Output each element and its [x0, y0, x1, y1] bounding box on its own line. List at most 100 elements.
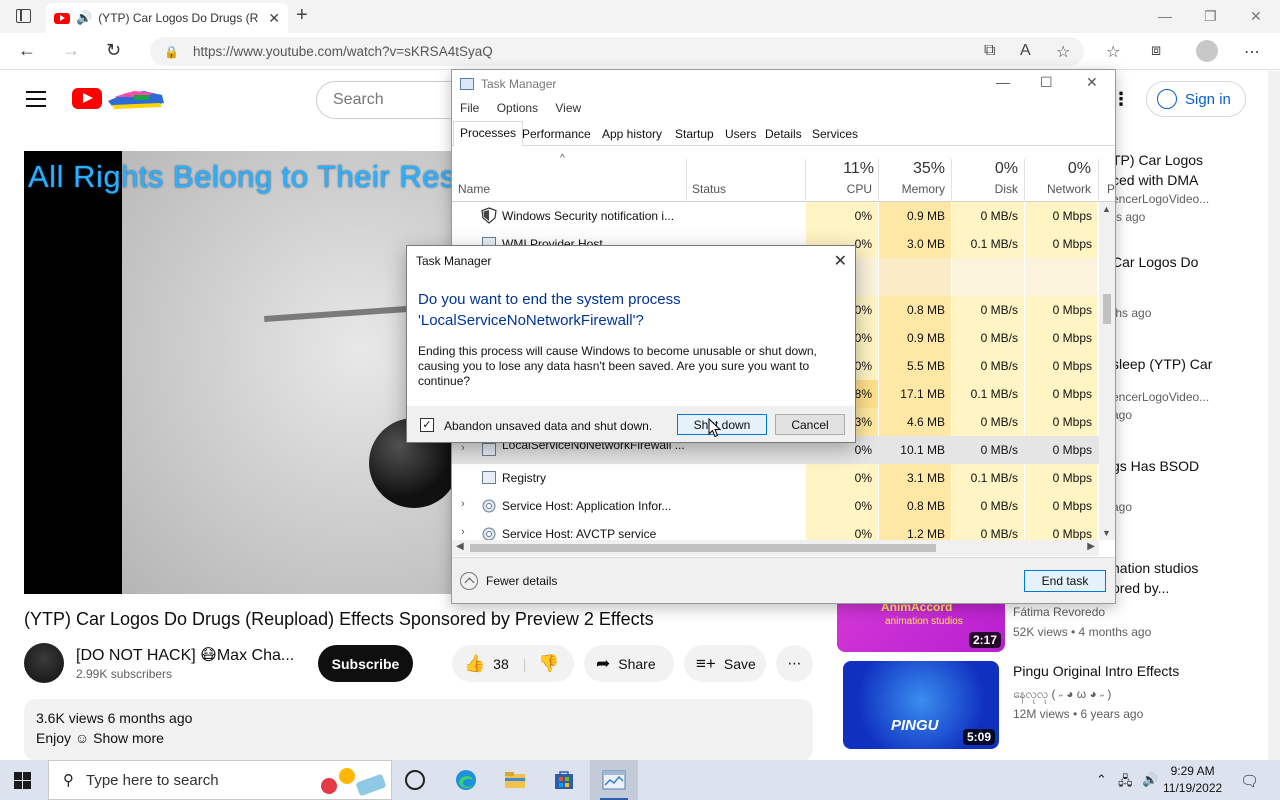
youtube-doodle-logo[interactable]	[104, 85, 168, 111]
sign-in-button[interactable]: Sign in	[1146, 81, 1246, 117]
tab-processes[interactable]: Processes	[453, 121, 524, 147]
abandon-data-label[interactable]: Abandon unsaved data and shut down.	[444, 419, 652, 433]
cancel-button[interactable]: Cancel	[775, 414, 845, 435]
add-favorite-icon[interactable]: ☆	[1056, 42, 1070, 62]
column-power[interactable]: P	[1107, 182, 1115, 196]
tab-app-history[interactable]: App history	[596, 123, 668, 146]
close-window-icon[interactable]: ✕	[1250, 8, 1262, 25]
notifications-icon[interactable]: 🗨	[1240, 772, 1259, 790]
scroll-right-icon[interactable]: ▶	[1087, 541, 1095, 552]
tab-startup[interactable]: Startup	[669, 123, 720, 146]
like-icon[interactable]: 👍	[464, 654, 485, 674]
sidebar-item-3[interactable]: sleep (YTP) Car encerLogoVideo... ago	[1112, 354, 1212, 424]
tab-performance[interactable]: Performance	[516, 123, 597, 146]
favorites-icon[interactable]: ☆	[1106, 42, 1120, 62]
more-options-icon[interactable]: ⋯	[1244, 42, 1260, 62]
recommendation-info-1[interactable]: Fátima Revoredo 52K views • 4 months ago	[1013, 603, 1151, 641]
tab-services[interactable]: Services	[806, 123, 864, 146]
process-row[interactable]: Windows Security notification i... 0% 0.…	[452, 202, 1104, 230]
volume-icon[interactable]: 🔊	[1142, 772, 1158, 788]
fewer-details-toggle[interactable]: Fewer details	[460, 572, 557, 590]
new-tab-icon[interactable]: +	[296, 4, 308, 27]
lock-icon[interactable]: 🔒	[164, 45, 179, 59]
sidebar-item-5[interactable]: nation studios ored by...	[1112, 558, 1198, 598]
tab-users[interactable]: Users	[719, 123, 762, 146]
sort-arrow-icon[interactable]: ^	[560, 153, 565, 164]
tm-close-icon[interactable]: ✕	[1086, 74, 1098, 91]
speaker-icon[interactable]: 🔊	[76, 10, 92, 26]
tm-maximize-icon[interactable]: ☐	[1040, 74, 1053, 91]
save-button[interactable]: ≡+ Save	[684, 645, 766, 682]
tm-minimize-icon[interactable]: —	[996, 74, 1010, 90]
taskbar-clock[interactable]: 9:29 AM 11/19/2022	[1163, 763, 1222, 797]
microsoft-store-icon[interactable]	[552, 768, 576, 792]
tab-actions-icon[interactable]	[16, 9, 31, 23]
channel-name[interactable]: [DO NOT HACK] 😷Max Cha...	[76, 645, 294, 665]
network-icon[interactable]: 🖧	[1118, 772, 1133, 794]
column-name[interactable]: Name	[458, 182, 490, 196]
browser-tab-youtube[interactable]: 🔊 (YTP) Car Logos Do Drugs (R ✕	[46, 3, 288, 33]
process-row[interactable]: Registry 0% 3.1 MB 0.1 MB/s 0 Mbps	[452, 464, 1104, 492]
subscribe-button[interactable]: Subscribe	[318, 645, 413, 682]
restore-window-icon[interactable]: ❐	[1204, 8, 1217, 25]
page-scrollbar[interactable]	[1268, 71, 1280, 760]
expand-chevron-icon[interactable]: ›	[461, 526, 465, 538]
column-status[interactable]: Status	[692, 182, 726, 196]
collections-icon[interactable]: ⧈	[1151, 42, 1161, 60]
sidebar-item-4[interactable]: gs Has BSOD ago	[1112, 456, 1199, 516]
process-list-hscrollbar[interactable]: ◀ ▶	[452, 540, 1099, 556]
description-box[interactable]: 3.6K views 6 months ago Enjoy ☺ Show mor…	[24, 699, 813, 761]
file-explorer-icon[interactable]	[503, 768, 527, 792]
column-network[interactable]: Network	[1025, 182, 1091, 196]
edge-browser-icon[interactable]	[454, 768, 478, 792]
taskbar-task-manager[interactable]	[590, 760, 638, 800]
taskbar-search-box[interactable]: ⚲ Type here to search	[48, 760, 392, 800]
dislike-icon[interactable]: 👎	[538, 654, 559, 674]
show-hidden-icons-icon[interactable]: ⌃	[1096, 772, 1107, 788]
url-text[interactable]: https://www.youtube.com/watch?v=sKRSA4tS…	[193, 44, 493, 59]
cortana-icon[interactable]	[405, 770, 425, 790]
open-in-app-icon[interactable]: ⧉	[984, 42, 995, 60]
tab-details[interactable]: Details	[759, 123, 808, 146]
menu-icon[interactable]	[26, 91, 46, 107]
process-list-vscrollbar[interactable]: ▲ ▼	[1099, 202, 1115, 540]
menu-options[interactable]: Options	[497, 101, 538, 115]
sidebar-item-2[interactable]: Car Logos Do . ths ago	[1112, 252, 1198, 322]
column-memory[interactable]: Memory	[879, 182, 945, 196]
close-tab-icon[interactable]: ✕	[268, 10, 280, 27]
menu-view[interactable]: View	[555, 101, 581, 115]
recommendation-info-2[interactable]: Pingu Original Intro Effects နေလုလု ( ˶ …	[1013, 661, 1179, 723]
menu-file[interactable]: File	[460, 101, 479, 115]
process-row[interactable]: › Service Host: AVCTP service 0% 1.2 MB …	[452, 520, 1104, 540]
read-aloud-icon[interactable]: A	[1020, 42, 1031, 60]
sidebar-item-1[interactable]: TP) Car Logos ced with DMA encerLogoVide…	[1112, 150, 1209, 226]
share-button[interactable]: ➦ Share	[584, 645, 674, 682]
video-player[interactable]: All Rights Belong to Their Respe	[24, 151, 454, 594]
address-bar[interactable]: 🔒 https://www.youtube.com/watch?v=sKRSA4…	[150, 37, 1084, 66]
column-cpu[interactable]: CPU	[806, 182, 872, 196]
vscroll-thumb[interactable]	[1103, 294, 1111, 324]
process-row[interactable]: › Service Host: Application Infor... 0% …	[452, 492, 1104, 520]
youtube-logo-icon[interactable]	[72, 88, 102, 109]
end-task-button[interactable]: End task	[1024, 570, 1106, 592]
minimize-window-icon[interactable]: —	[1158, 8, 1172, 24]
refresh-icon[interactable]: ↻	[106, 40, 121, 61]
column-disk[interactable]: Disk	[952, 182, 1018, 196]
dialog-close-icon[interactable]: ✕	[834, 251, 847, 271]
like-count[interactable]: 38	[493, 656, 509, 672]
back-icon[interactable]: ←	[18, 40, 36, 61]
expand-chevron-icon[interactable]: ›	[461, 442, 465, 454]
start-windows-icon[interactable]	[14, 772, 31, 789]
recommendation-thumbnail-2[interactable]: PINGU 5:09	[843, 661, 999, 749]
show-more-link[interactable]: Show more	[93, 730, 164, 746]
more-actions-button[interactable]: ⋯	[776, 645, 813, 682]
task-manager-titlebar[interactable]: Task Manager	[452, 70, 1115, 98]
abandon-data-checkbox[interactable]: ✓	[420, 418, 434, 432]
profile-avatar[interactable]	[1196, 40, 1218, 62]
scroll-down-icon[interactable]: ▼	[1102, 528, 1111, 538]
channel-avatar[interactable]	[24, 643, 64, 683]
forward-icon[interactable]: →	[62, 40, 80, 61]
expand-chevron-icon[interactable]: ›	[461, 498, 465, 510]
hscroll-thumb[interactable]	[470, 544, 936, 552]
scroll-left-icon[interactable]: ◀	[456, 541, 464, 552]
